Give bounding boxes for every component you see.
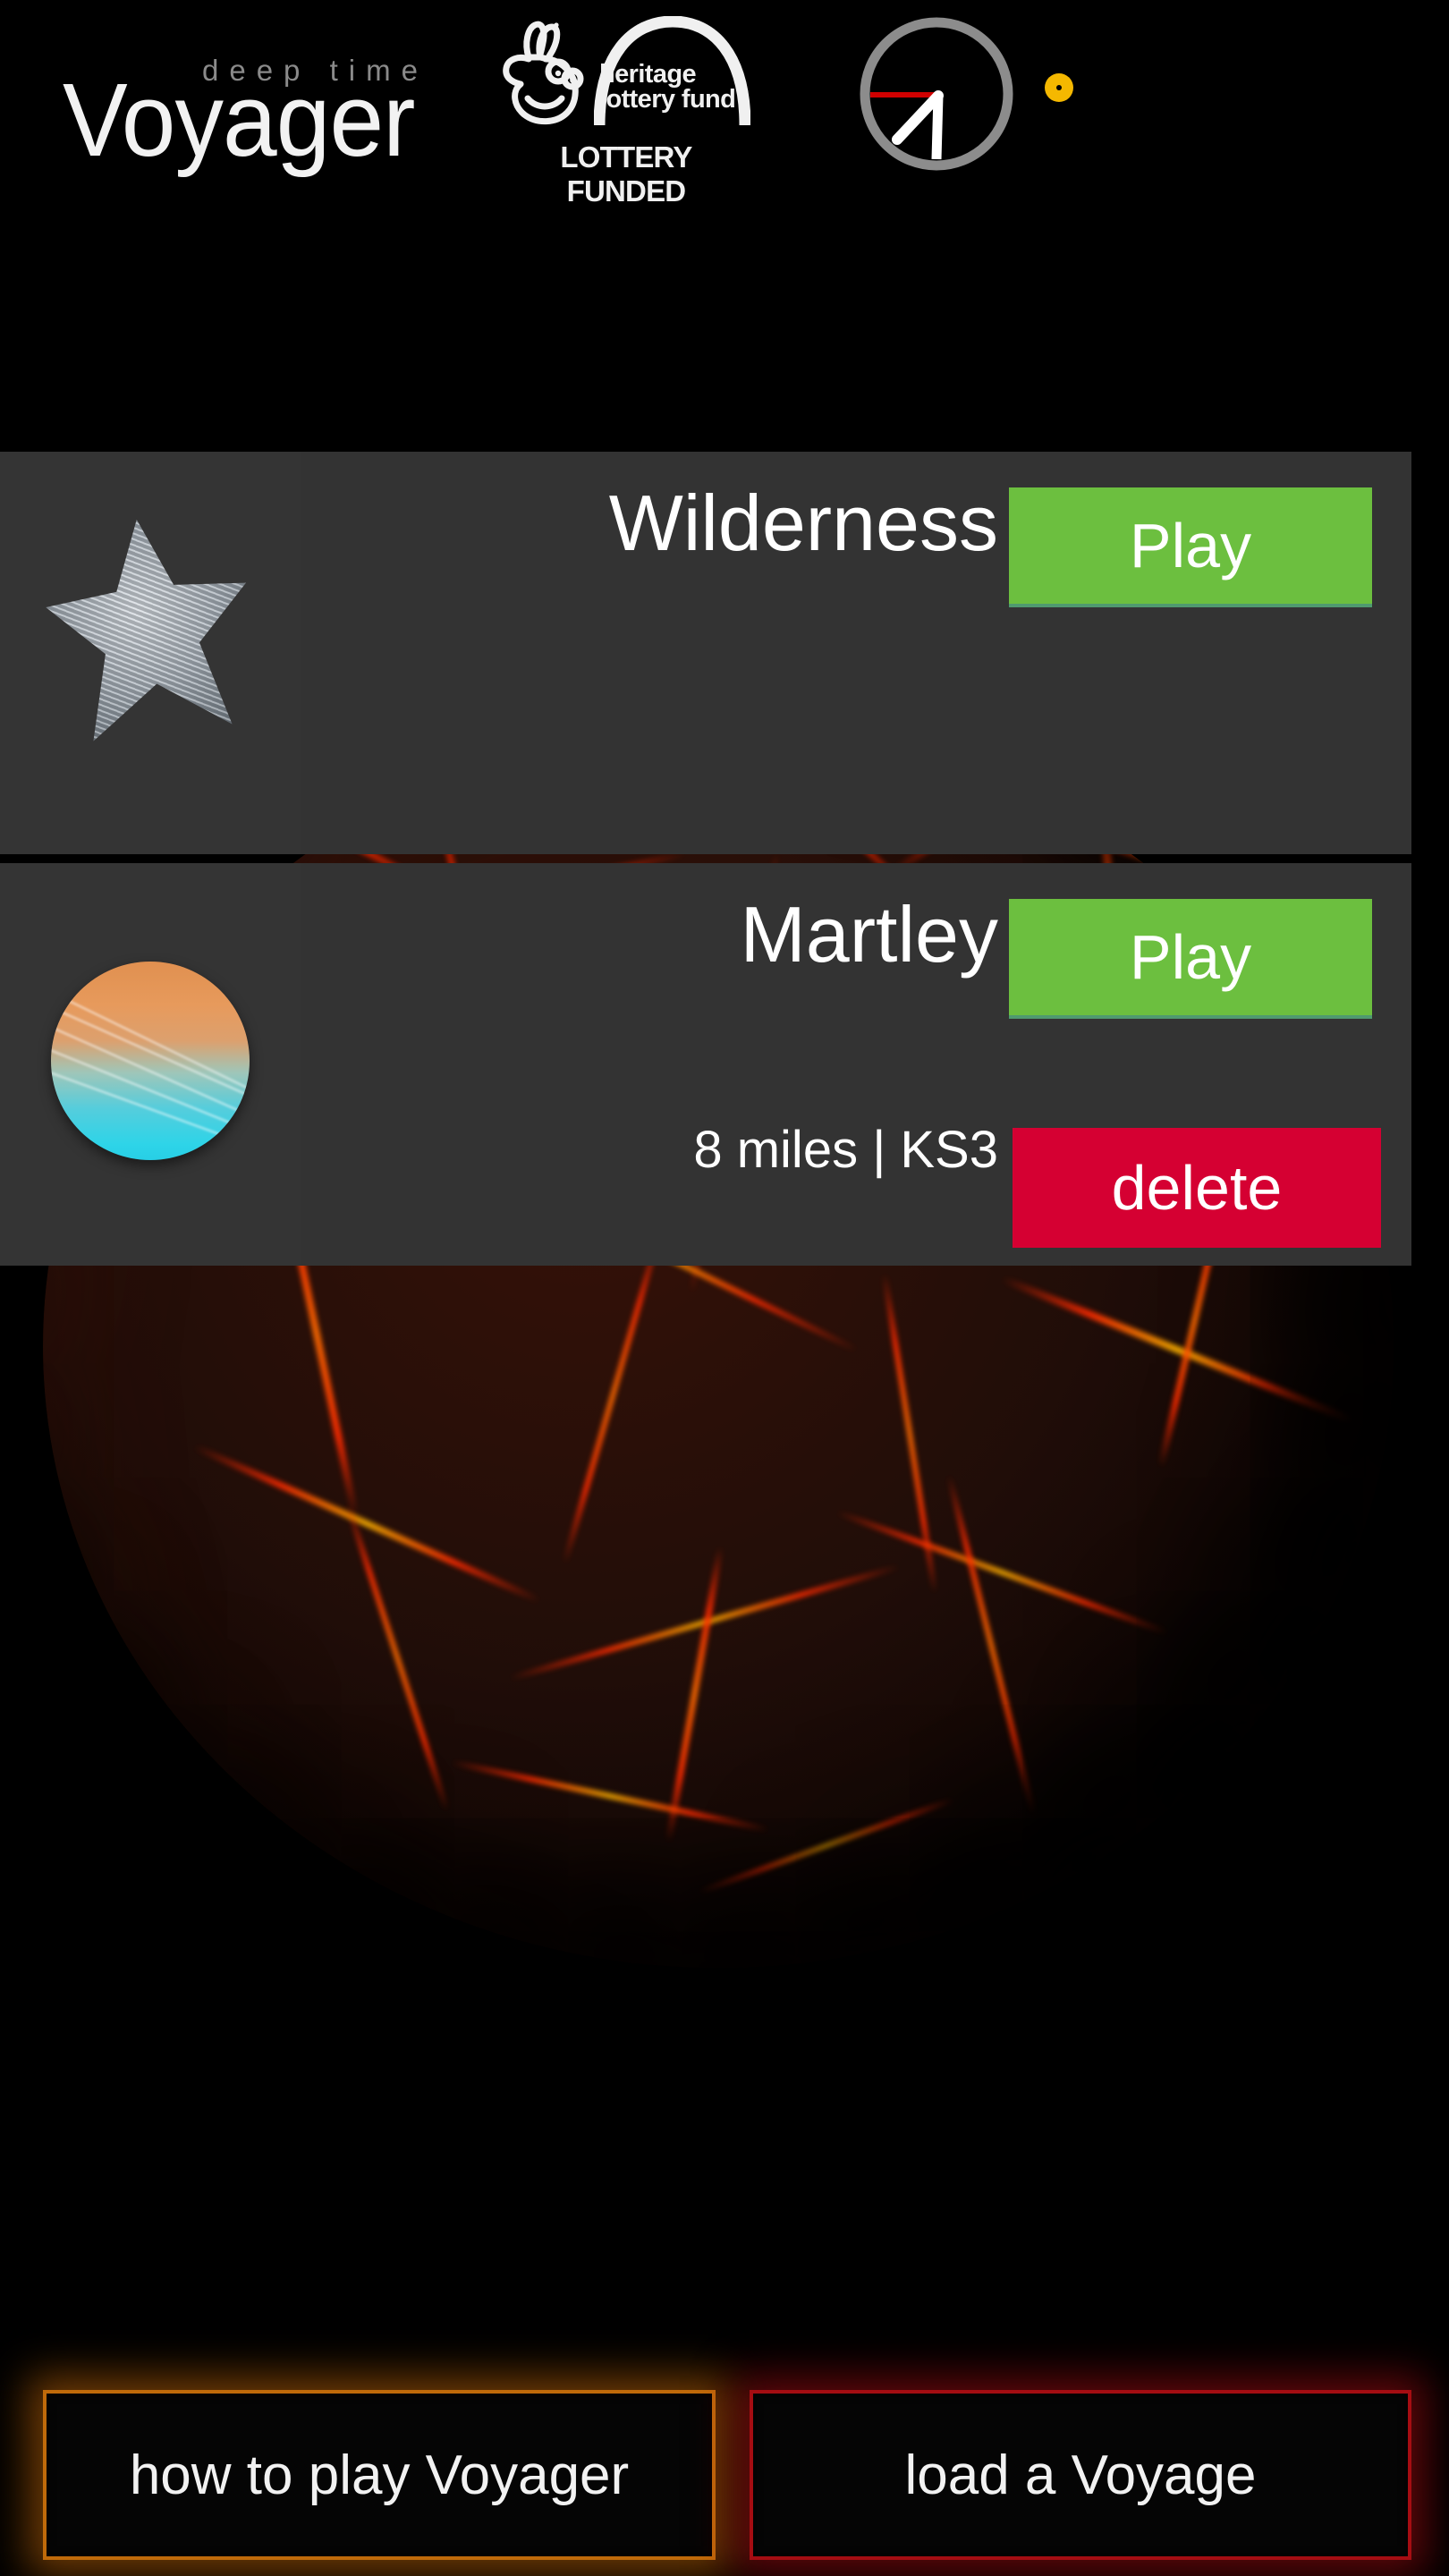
voyage-title: Martley xyxy=(740,890,999,979)
voyage-thumbnail-cell xyxy=(0,863,301,1266)
status-indicator-dot[interactable] xyxy=(1045,73,1073,102)
voyage-row[interactable]: Wilderness Play xyxy=(0,452,1411,854)
hlf-word-lottery-fund: lottery fund xyxy=(599,84,736,114)
brand-name: Voyager xyxy=(63,62,415,178)
hlf-wordmark: heritage lottery fund xyxy=(599,60,751,114)
voyage-title: Wilderness xyxy=(608,479,998,567)
lottery-funded-badge: LOTTERY FUNDED xyxy=(560,140,692,208)
app-logo: deep time Voyager xyxy=(32,23,453,184)
voyage-thumbnail-cell xyxy=(0,452,301,854)
voyage-meta: 8 miles | KS3 xyxy=(693,1121,998,1179)
delete-button[interactable]: delete xyxy=(1013,1128,1381,1248)
app-header: deep time Voyager heritage lottery fund … xyxy=(0,0,1449,208)
play-button[interactable]: Play xyxy=(1009,899,1372,1019)
footer-actions: how to play Voyager load a Voyage xyxy=(0,2390,1449,2576)
play-button[interactable]: Play xyxy=(1009,487,1372,607)
clock-icon[interactable] xyxy=(857,14,1016,174)
how-to-play-button[interactable]: how to play Voyager xyxy=(43,2390,716,2560)
globe-thumbnail xyxy=(51,962,250,1160)
starfish-fossil-thumbnail xyxy=(47,519,253,742)
voyage-row[interactable]: Martley 8 miles | KS3 Play delete xyxy=(0,863,1411,1266)
hlf-word-heritage: heritage xyxy=(599,60,697,89)
load-voyage-button[interactable]: load a Voyage xyxy=(750,2390,1411,2560)
hlf-mark: heritage lottery fund xyxy=(494,11,753,136)
crossed-fingers-icon xyxy=(501,16,590,131)
heritage-lottery-fund-logo: heritage lottery fund LOTTERY FUNDED xyxy=(494,11,753,208)
